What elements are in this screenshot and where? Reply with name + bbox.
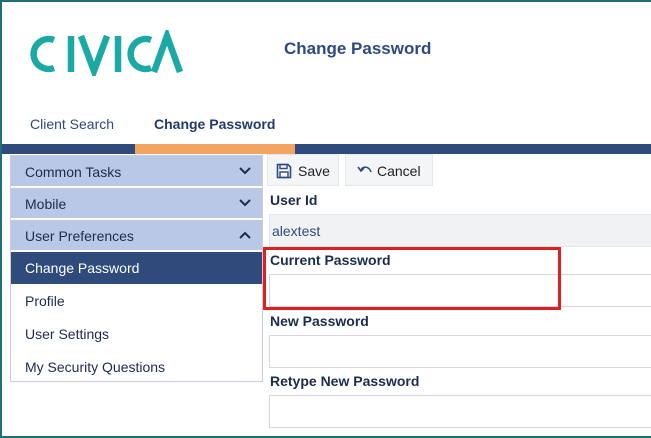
sidebar-item-profile[interactable]: Profile xyxy=(11,285,262,317)
new-password-label: New Password xyxy=(270,313,369,329)
sidebar-section-label: User Preferences xyxy=(25,228,134,244)
sidebar: Common Tasks Mobile User Preferences Cha… xyxy=(10,155,263,382)
sidebar-item-my-security-questions[interactable]: My Security Questions xyxy=(11,351,262,383)
floppy-disk-icon xyxy=(276,163,292,179)
tab-change-password[interactable]: Change Password xyxy=(154,116,275,132)
active-tab-indicator xyxy=(135,144,295,154)
user-id-value: alextest xyxy=(272,223,321,239)
save-label: Save xyxy=(298,163,330,179)
highlight-box xyxy=(263,247,561,310)
tab-client-search[interactable]: Client Search xyxy=(30,116,114,132)
save-button[interactable]: Save xyxy=(267,154,339,186)
sidebar-section-label: Common Tasks xyxy=(25,164,122,180)
new-password-input[interactable] xyxy=(269,335,651,368)
sidebar-section-label: Mobile xyxy=(25,196,67,212)
chevron-down-icon xyxy=(239,167,251,175)
chevron-down-icon xyxy=(239,199,251,207)
app-frame: Change Password Client Search Change Pas… xyxy=(0,0,651,438)
header: Change Password xyxy=(2,2,651,102)
sidebar-item-change-password[interactable]: Change Password xyxy=(11,252,262,284)
retype-password-label: Retype New Password xyxy=(270,373,420,389)
retype-password-input[interactable] xyxy=(269,395,651,428)
sidebar-item-label: Profile xyxy=(25,293,65,309)
chevron-up-icon xyxy=(239,231,251,239)
cancel-button[interactable]: Cancel xyxy=(345,154,433,186)
sidebar-item-user-settings[interactable]: User Settings xyxy=(11,318,262,350)
sidebar-item-label: My Security Questions xyxy=(25,359,166,375)
user-id-label: User Id xyxy=(270,192,318,208)
cancel-label: Cancel xyxy=(377,163,421,179)
sidebar-section-mobile[interactable]: Mobile xyxy=(11,188,262,219)
page-title: Change Password xyxy=(284,39,432,58)
sidebar-section-user-preferences[interactable]: User Preferences xyxy=(11,220,262,251)
sidebar-section-common-tasks[interactable]: Common Tasks xyxy=(11,156,262,187)
nav-bar xyxy=(2,144,651,154)
sidebar-item-label: User Settings xyxy=(25,326,110,342)
undo-arrow-icon xyxy=(357,166,372,173)
civica-logo xyxy=(30,30,184,76)
top-nav: Client Search Change Password xyxy=(2,114,651,144)
user-id-field xyxy=(269,214,651,247)
sidebar-item-label: Change Password xyxy=(25,260,140,276)
